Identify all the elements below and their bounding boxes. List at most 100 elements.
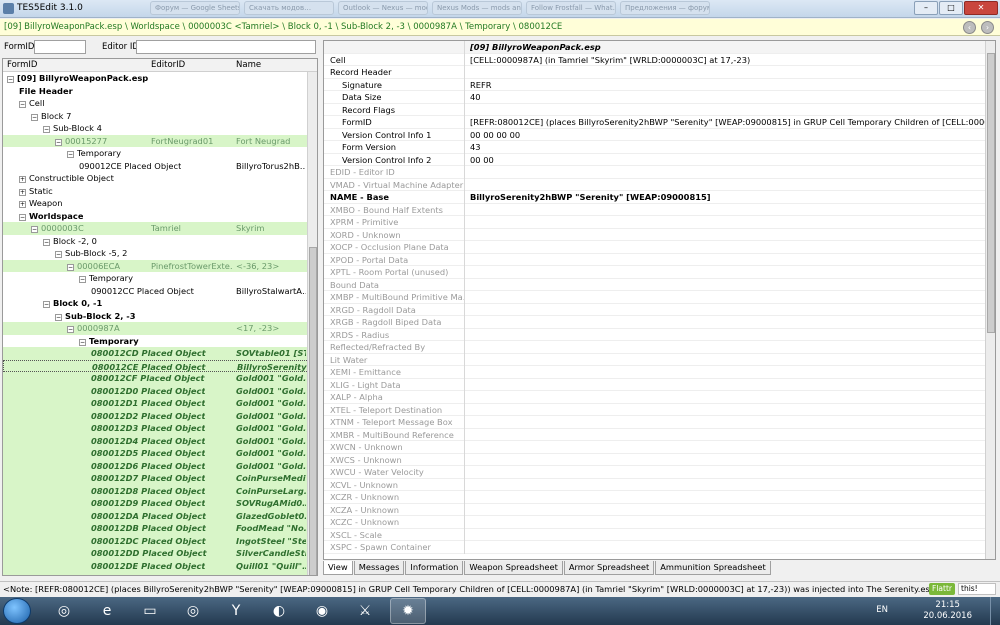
record-field-value[interactable]: 40 [470,92,985,102]
tree-row[interactable]: 080012D0 Placed Object Gold001 "Gold… [3,384,317,397]
record-row[interactable]: FormID [REFR:080012CE] (places BillyroSer… [324,116,995,129]
collapse-icon[interactable]: − [67,151,74,158]
tor-icon[interactable]: ◉ [304,598,340,624]
collapse-icon[interactable]: − [43,238,50,246]
record-row[interactable]: EDID - Editor ID [324,166,995,179]
record-row[interactable]: XTEL - Teleport Destination [324,403,995,416]
tree-row[interactable]: 080012DF Placed Object Inkwell01 "Ink… [3,572,317,575]
tree-row[interactable]: −00015277 FortNeugrad01 Fort Neugrad [3,134,317,147]
background-tab[interactable]: Nexus Mods — mods and… [432,1,522,15]
record-row[interactable]: XPOD - Portal Data [324,253,995,266]
tree-row[interactable]: 080012D2 Placed Object Gold001 "Gold… [3,409,317,422]
record-row[interactable]: XCVL - Unknown [324,478,995,491]
record-row[interactable]: XCZC - Unknown [324,516,995,529]
record-row[interactable]: XWCN - Unknown [324,441,995,454]
record-row[interactable]: XCZR - Unknown [324,491,995,504]
tree-row[interactable]: 080012CD Placed Object SOVtable01 [ST… [3,347,317,360]
record-row[interactable]: Record Header [324,66,995,79]
minimize-button[interactable]: – [914,1,938,15]
background-tab[interactable]: Follow Frostfall — What… [526,1,616,15]
language-indicator[interactable]: EN [876,605,888,615]
record-tree[interactable]: FormID EditorID Name − [09] BillyroWeapon… [2,58,318,576]
record-row[interactable]: XPTL - Room Portal (unused) [324,266,995,279]
record-field-value[interactable]: BillyroSerenity2hBWP "Serenity" [WEAP:09… [470,192,985,202]
record-row[interactable]: Version Control Info 2 00 00 [324,153,995,166]
collapse-icon[interactable]: − [19,213,26,221]
tree-row[interactable]: 080012D5 Placed Object Gold001 "Gold… [3,447,317,460]
collapse-icon[interactable]: − [31,113,38,121]
record-row[interactable]: XSPC - Spawn Container [324,541,995,554]
record-row[interactable]: Data Size 40 [324,91,995,104]
tree-row[interactable]: 090012CC Placed Object BillyroStalwartA… [3,285,317,298]
tree-row-selected[interactable]: 080012CE Placed Object BillyroSerenity… [3,359,317,372]
editorid-filter-input[interactable] [136,40,316,54]
record-row[interactable]: Signature REFR [324,78,995,91]
tree-row[interactable]: − Block -2, 0 [3,235,317,248]
record-row[interactable]: XRDS - Radius [324,328,995,341]
record-row[interactable]: XMBP - MultiBound Primitive Ma… [324,291,995,304]
back-arrow-icon[interactable]: ‹ [963,21,976,34]
forward-arrow-icon[interactable]: › [981,21,994,34]
tree-row[interactable]: 080012DB Placed Object FoodMead "No… [3,522,317,535]
record-row[interactable]: NAME - Base BillyroSerenity2hBWP "Serenit… [324,191,995,204]
close-button[interactable]: ✕ [964,1,998,15]
collapse-icon[interactable]: − [79,276,86,283]
record-row[interactable]: Lit Water [324,353,995,366]
record-row[interactable]: XWCU - Water Velocity [324,466,995,479]
column-formid[interactable]: FormID [7,60,37,70]
folder-icon[interactable]: ▭ [132,598,168,624]
collapse-icon[interactable]: − [19,101,26,108]
tree-row[interactable]: 080012D7 Placed Object CoinPurseMedi… [3,472,317,485]
tree-row[interactable]: − Cell [3,97,317,110]
expand-icon[interactable]: + [19,188,26,196]
tree-row[interactable]: − Worldspace [3,210,317,223]
tab-weapon-spreadsheet[interactable]: Weapon Spreadsheet [464,561,563,575]
tree-row[interactable]: 080012D4 Placed Object Gold001 "Gold… [3,434,317,447]
record-row[interactable]: XTNM - Teleport Message Box [324,416,995,429]
background-tab[interactable]: Форум — Google Sheets [150,1,240,15]
column-name[interactable]: Name [236,60,261,70]
tree-row[interactable]: −00006ECA PinefrostTowerExte… <-36, 23> [3,259,317,272]
tab-messages[interactable]: Messages [353,561,405,575]
collapse-icon[interactable]: − [31,226,38,233]
record-row[interactable]: Form Version 43 [324,141,995,154]
tree-row[interactable]: − Temporary [3,335,317,348]
record-row[interactable]: Reflected/Refracted By [324,341,995,354]
flattr-button[interactable]: Flattr [929,583,955,595]
tree-row[interactable]: + Constructible Object [3,172,317,185]
clock[interactable]: 21:15 20.06.2016 [923,600,972,622]
maximize-button[interactable]: □ [939,1,963,15]
record-row[interactable]: XRGB - Ragdoll Biped Data [324,316,995,329]
collapse-icon[interactable]: − [7,76,14,83]
tree-row[interactable]: 080012DA Placed Object GlazedGoblet0… [3,509,317,522]
tree-row[interactable]: − Temporary [3,147,317,160]
record-row[interactable]: XLIG - Light Data [324,378,995,391]
tree-row[interactable]: 080012D3 Placed Object Gold001 "Gold… [3,422,317,435]
record-row[interactable]: XORD - Unknown [324,228,995,241]
tree-row[interactable]: −0000003C Tamriel Skyrim [3,222,317,235]
tree-row[interactable]: 090012CE Placed Object BillyroTorus2hB… [3,160,317,173]
record-row[interactable]: XSCL - Scale [324,528,995,541]
explorer-icon[interactable]: e [89,598,125,624]
record-row[interactable]: XPRM - Primitive [324,216,995,229]
tree-row[interactable]: − Sub-Block 4 [3,122,317,135]
tree-row[interactable]: − Sub-Block 2, -3 [3,310,317,323]
tree-scrollbar[interactable] [307,72,317,575]
background-tab[interactable]: Скачать модов… [244,1,334,15]
record-row[interactable]: XALP - Alpha [324,391,995,404]
record-row[interactable]: XCZA - Unknown [324,503,995,516]
tab-information[interactable]: Information [405,561,464,575]
tree-row[interactable]: 080012D1 Placed Object Gold001 "Gold… [3,397,317,410]
tree-row[interactable]: 080012DC Placed Object IngotSteel "Ste… [3,534,317,547]
background-tab[interactable]: Outlook — Nexus — mods and… [338,1,428,15]
record-view[interactable]: [09] BillyroWeaponPack.esp Cell [CELL:000… [323,40,996,560]
tree-scrollbar-thumb[interactable] [309,247,317,575]
tree-row[interactable]: 080012CF Placed Object Gold001 "Gold… [3,372,317,385]
tree-row[interactable]: − Block 0, -1 [3,297,317,310]
tree-row[interactable]: − [09] BillyroWeaponPack.esp [3,72,317,85]
collapse-icon[interactable]: − [43,126,50,133]
record-field-value[interactable]: 00 00 [470,155,985,165]
record-field-value[interactable]: REFR [470,80,985,90]
collapse-icon[interactable]: − [55,313,62,321]
tree-row[interactable]: + Weapon [3,197,317,210]
